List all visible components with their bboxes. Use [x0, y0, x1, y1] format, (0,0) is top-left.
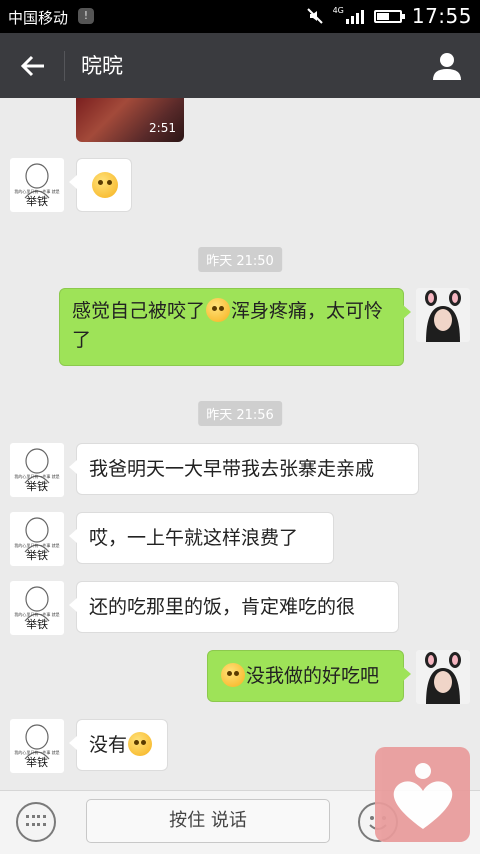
message-text: 哎，一上午就这样浪费了 [89, 527, 299, 549]
back-arrow-icon[interactable] [14, 47, 52, 85]
message-timestamp: 昨天 21:50 [198, 247, 282, 272]
message-bubble-outgoing[interactable]: 感觉自己被咬了 浑身疼痛，太可怜了 [59, 288, 411, 366]
friend-avatar[interactable]: 我的心里只有一件事 就是 举铁 [10, 158, 64, 212]
message-bubble-outgoing[interactable]: 没我做的好吃吧 [207, 650, 411, 702]
chat-area: 2:51 我的心里只有一件事 就是 举铁 昨天 21:50 感觉自己被咬了 浑身疼… [0, 98, 480, 790]
grinning-emoji-icon [221, 663, 245, 687]
friend-avatar[interactable]: 我的心里只有一件事 就是 举铁 [10, 581, 64, 635]
mute-icon [306, 8, 323, 24]
avatar-caption: 举铁 [26, 549, 48, 562]
message-timestamp: 昨天 21:56 [198, 401, 282, 426]
avatar-caption: 举铁 [26, 756, 48, 769]
message-text: 没我做的好吃吧 [246, 665, 380, 687]
clock: 17:55 [411, 4, 472, 28]
hold-to-talk-button[interactable]: 按住 说话 [86, 799, 330, 843]
profile-icon[interactable] [428, 47, 466, 85]
video-duration: 2:51 [149, 121, 176, 135]
my-avatar[interactable] [416, 650, 470, 704]
notification-icon: ! [78, 8, 94, 24]
friend-avatar[interactable]: 我的心里只有一件事 就是 举铁 [10, 443, 64, 497]
message-bubble-incoming[interactable]: 没有 [69, 719, 168, 771]
message-bubble-incoming[interactable] [69, 158, 132, 212]
chat-title: 晥晥 [81, 54, 123, 78]
bunny-ears-photo-icon [425, 652, 461, 704]
message-bubble-incoming[interactable]: 哎，一上午就这样浪费了 [69, 512, 334, 564]
bunny-ears-photo-icon [425, 290, 461, 342]
floating-heart-button[interactable] [375, 747, 470, 842]
title-divider [64, 51, 65, 81]
friend-avatar[interactable]: 我的心里只有一件事 就是 举铁 [10, 512, 64, 566]
signal-icon [345, 8, 364, 24]
heart-person-icon [393, 763, 453, 829]
message-text: 没有 [89, 734, 128, 756]
avatar-caption: 举铁 [26, 195, 48, 208]
my-avatar[interactable] [416, 288, 470, 342]
avatar-caption: 举铁 [26, 618, 48, 631]
flushed-emoji-icon [206, 298, 231, 322]
pensive-emoji-icon [128, 732, 153, 756]
message-bubble-incoming[interactable]: 还的吃那里的饭，肯定难吃的很 [69, 581, 399, 633]
message-text: 我爸明天一大早带我去张寨走亲戚 [89, 458, 375, 480]
network-type: 4G [332, 5, 344, 15]
keyboard-icon [26, 815, 46, 829]
keyboard-toggle-button[interactable] [16, 802, 56, 842]
message-bubble-incoming[interactable]: 我爸明天一大早带我去张寨走亲戚 [69, 443, 419, 495]
battery-icon [373, 9, 405, 23]
status-bar: 中国移动 ! 4G 17:55 [0, 0, 480, 33]
message-text: 感觉自己被咬了 [72, 300, 206, 322]
message-text: 还的吃那里的饭，肯定难吃的很 [89, 596, 356, 618]
avatar-caption: 举铁 [26, 480, 48, 493]
title-bar: 晥晥 [0, 33, 480, 98]
friend-avatar[interactable]: 我的心里只有一件事 就是 举铁 [10, 719, 64, 773]
carrier-name: 中国移动 [8, 9, 69, 27]
flushed-emoji-icon [92, 172, 118, 198]
video-message[interactable]: 2:51 [76, 98, 184, 142]
